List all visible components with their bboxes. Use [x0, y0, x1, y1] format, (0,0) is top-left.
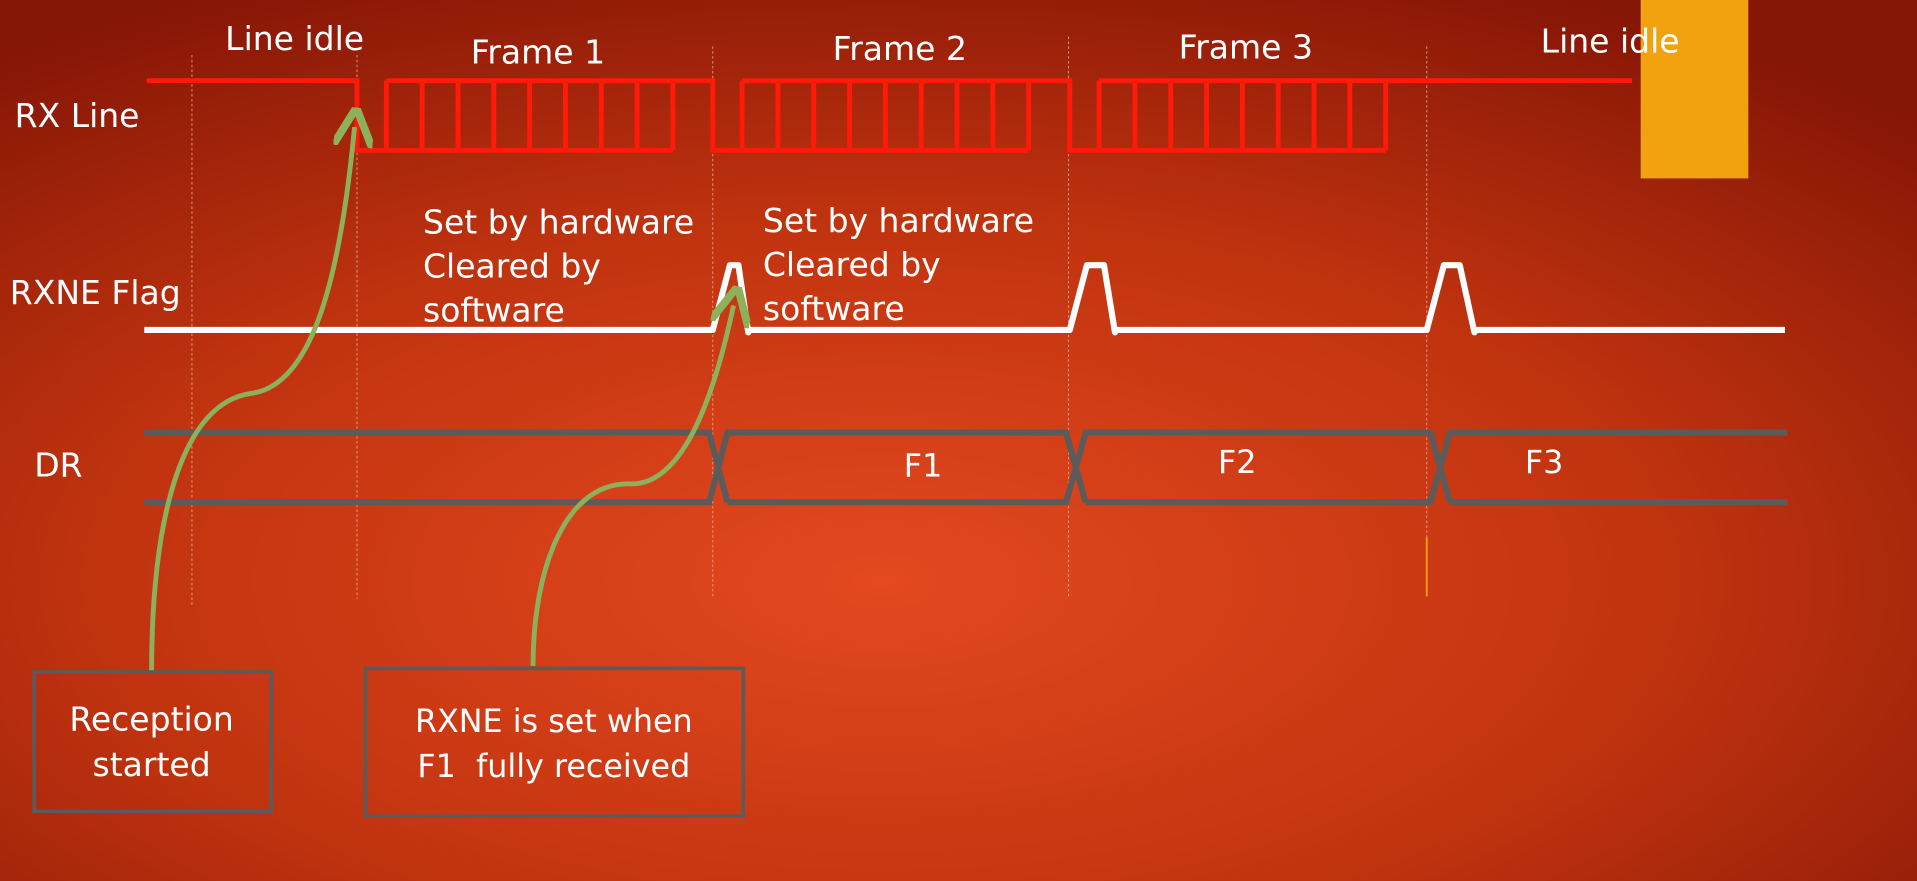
rxne-callout-line1: RXNE is set when	[415, 704, 693, 740]
note1-line1: Set by hardware	[423, 202, 694, 241]
note1-line3: software	[423, 290, 565, 329]
phase-idle-start: Line idle	[225, 19, 364, 58]
reception-callout-line1: Reception	[69, 700, 233, 739]
phase-frame1: Frame 1	[471, 33, 605, 72]
rx-line-label: RX Line	[15, 96, 140, 135]
note2-line2: Cleared by	[763, 245, 941, 284]
dr-value-f3: F3	[1525, 445, 1563, 481]
phase-idle-end: Line idle	[1541, 22, 1680, 61]
phase-frame2: Frame 2	[833, 29, 967, 68]
rxne-flag-label: RXNE Flag	[10, 273, 181, 312]
uart-rx-timing-diagram: RX Line RXNE Flag DR Line idle Frame 1 F…	[0, 0, 1917, 881]
dr-value-f2: F2	[1218, 445, 1256, 481]
dr-value-f1: F1	[904, 449, 942, 485]
note2-line3: software	[763, 289, 905, 328]
note2-line1: Set by hardware	[763, 201, 1034, 240]
reception-callout-line2: started	[93, 745, 211, 784]
rxne-callout-line2: F1 fully received	[417, 749, 690, 785]
phase-frame3: Frame 3	[1179, 28, 1313, 67]
note1-line2: Cleared by	[423, 246, 601, 285]
dr-label: DR	[34, 446, 82, 485]
